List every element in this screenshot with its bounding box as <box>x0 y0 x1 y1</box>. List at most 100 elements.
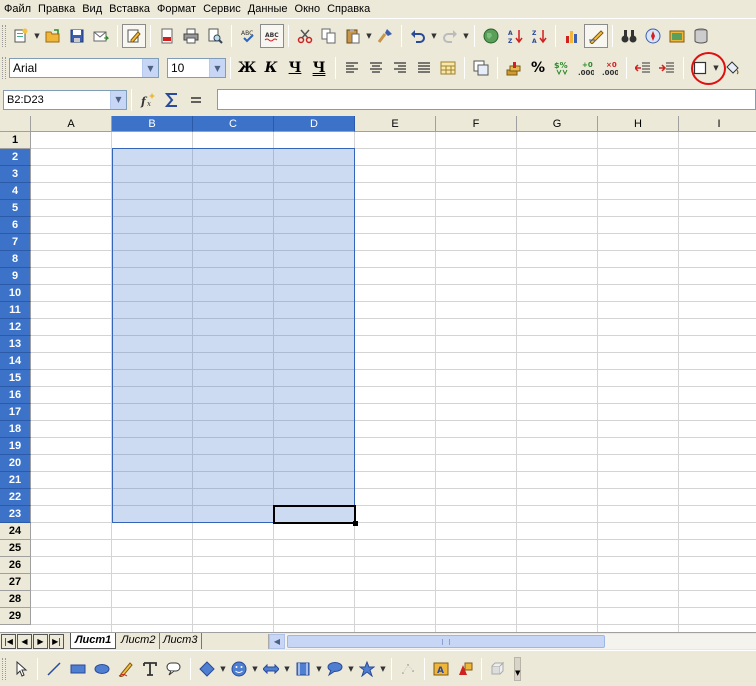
column-header-d[interactable]: D <box>274 116 355 132</box>
add-decimal-button[interactable]: +0.000 <box>574 56 598 80</box>
column-header-g[interactable]: G <box>517 116 598 132</box>
previous-sheet-button[interactable]: ◀ <box>17 634 32 649</box>
row-header-12[interactable]: 12 <box>0 319 31 336</box>
basic-shapes-dropdown-arrow[interactable]: ▼ <box>219 657 227 681</box>
stars-button[interactable] <box>355 657 379 681</box>
row-header-26[interactable]: 26 <box>0 557 31 574</box>
formula-input[interactable] <box>217 89 756 110</box>
data-sources-button[interactable] <box>689 24 713 48</box>
chevron-down-icon[interactable]: ▼ <box>142 59 158 77</box>
toolbar-grip[interactable] <box>2 24 6 47</box>
menu-tools[interactable]: Сервис <box>201 3 246 15</box>
block-arrows-dropdown-arrow[interactable]: ▼ <box>283 657 291 681</box>
copy-button[interactable] <box>317 24 341 48</box>
row-header-29[interactable]: 29 <box>0 608 31 625</box>
find-replace-button[interactable] <box>617 24 641 48</box>
align-right-button[interactable] <box>388 56 412 80</box>
last-sheet-button[interactable]: ▶| <box>49 634 64 649</box>
row-header-7[interactable]: 7 <box>0 234 31 251</box>
autospellcheck-button[interactable]: ABC <box>260 23 284 48</box>
edit-file-button[interactable] <box>122 23 146 48</box>
row-header-22[interactable]: 22 <box>0 489 31 506</box>
freeform-tool-button[interactable] <box>114 657 138 681</box>
clone-formatting-button[interactable] <box>373 24 397 48</box>
select-all-corner[interactable] <box>0 116 31 132</box>
row-header-5[interactable]: 5 <box>0 200 31 217</box>
menu-data[interactable]: Данные <box>246 3 293 15</box>
redo-dropdown-arrow[interactable]: ▼ <box>462 24 470 48</box>
sheet-tab-2[interactable]: Лист2 <box>117 633 161 649</box>
stars-dropdown-arrow[interactable]: ▼ <box>379 657 387 681</box>
row-header-9[interactable]: 9 <box>0 268 31 285</box>
menu-format[interactable]: Формат <box>155 3 201 15</box>
active-cell-cursor[interactable] <box>273 505 358 526</box>
show-draw-functions-button[interactable] <box>584 23 608 48</box>
row-header-23[interactable]: 23 <box>0 506 31 523</box>
menu-help[interactable]: Справка <box>325 3 375 15</box>
points-button[interactable] <box>396 657 420 681</box>
function-button[interactable] <box>184 88 208 112</box>
hyperlink-button[interactable] <box>479 24 503 48</box>
block-arrows-button[interactable] <box>259 657 283 681</box>
sum-button[interactable] <box>160 88 184 112</box>
column-header-a[interactable]: A <box>31 116 112 132</box>
row-header-6[interactable]: 6 <box>0 217 31 234</box>
background-color-button[interactable] <box>720 56 744 80</box>
select-tool-button[interactable] <box>9 657 33 681</box>
scroll-left-button[interactable]: ◀ <box>269 634 285 649</box>
row-header-4[interactable]: 4 <box>0 183 31 200</box>
redo-button[interactable] <box>438 24 462 48</box>
row-header-14[interactable]: 14 <box>0 353 31 370</box>
increase-indent-button[interactable] <box>655 56 679 80</box>
row-header-27[interactable]: 27 <box>0 574 31 591</box>
first-sheet-button[interactable]: |◀ <box>1 634 16 649</box>
bold-button[interactable]: Ж <box>235 56 259 80</box>
double-underline-button[interactable]: Ч <box>307 56 331 80</box>
row-header-19[interactable]: 19 <box>0 438 31 455</box>
cut-button[interactable] <box>293 24 317 48</box>
undo-dropdown-arrow[interactable]: ▼ <box>430 24 438 48</box>
menu-file[interactable]: Файл <box>2 3 36 15</box>
callouts-button[interactable] <box>323 657 347 681</box>
currency-format-button[interactable] <box>502 56 526 80</box>
toolbar-grip[interactable] <box>2 57 6 79</box>
font-size-combo[interactable]: 10 ▼ <box>167 58 226 78</box>
row-header-11[interactable]: 11 <box>0 302 31 319</box>
percent-format-button[interactable]: % <box>526 56 550 80</box>
row-header-10[interactable]: 10 <box>0 285 31 302</box>
paste-dropdown-arrow[interactable]: ▼ <box>365 24 373 48</box>
column-header-e[interactable]: E <box>355 116 436 132</box>
row-header-21[interactable]: 21 <box>0 472 31 489</box>
wrap-text-button[interactable] <box>469 56 493 80</box>
column-header-h[interactable]: H <box>598 116 679 132</box>
gallery-button[interactable] <box>665 24 689 48</box>
selected-range[interactable] <box>112 148 355 523</box>
print-button[interactable] <box>179 24 203 48</box>
line-tool-button[interactable] <box>42 657 66 681</box>
sheet-tab-1[interactable]: Лист1 <box>70 633 117 649</box>
rectangle-tool-button[interactable] <box>66 657 90 681</box>
row-header-17[interactable]: 17 <box>0 404 31 421</box>
row-header-28[interactable]: 28 <box>0 591 31 608</box>
function-wizard-button[interactable]: fx <box>136 88 160 112</box>
new-dropdown-arrow[interactable]: ▼ <box>33 24 41 48</box>
print-preview-button[interactable] <box>203 24 227 48</box>
paste-button[interactable] <box>341 24 365 48</box>
save-button[interactable] <box>65 24 89 48</box>
scroll-thumb[interactable] <box>287 635 605 648</box>
delete-decimal-button[interactable]: ×0.000 <box>598 56 622 80</box>
menu-edit[interactable]: Правка <box>36 3 80 15</box>
merge-cells-button[interactable] <box>436 56 460 80</box>
align-center-button[interactable] <box>364 56 388 80</box>
undo-button[interactable] <box>406 24 430 48</box>
text-tool-button[interactable] <box>138 657 162 681</box>
standard-number-format-button[interactable]: $% <box>550 56 574 80</box>
email-button[interactable] <box>89 24 113 48</box>
menu-view[interactable]: Вид <box>80 3 107 15</box>
insert-chart-button[interactable] <box>560 24 584 48</box>
row-header-8[interactable]: 8 <box>0 251 31 268</box>
new-document-button[interactable] <box>9 24 33 48</box>
open-button[interactable] <box>41 24 65 48</box>
ellipse-tool-button[interactable] <box>90 657 114 681</box>
justify-button[interactable] <box>412 56 436 80</box>
